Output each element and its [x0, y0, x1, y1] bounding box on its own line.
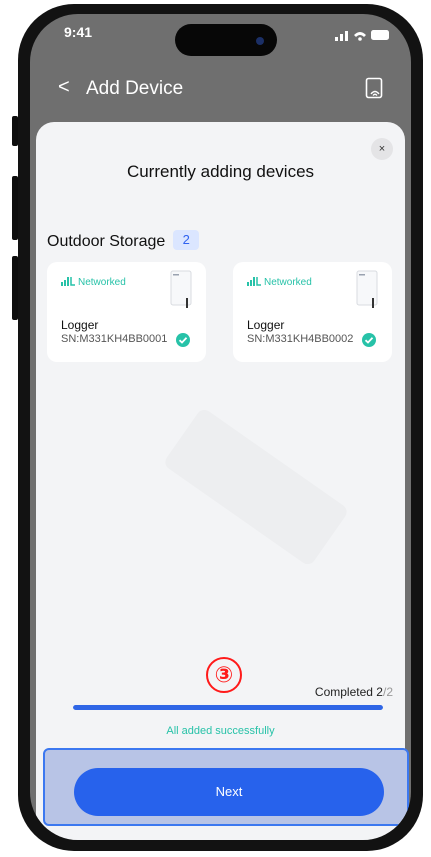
screen: 9:41 < Add Device × Currently adding dev… — [30, 14, 411, 840]
device-serial: SN:M331KH4BB0002 — [247, 333, 354, 345]
signal-icon — [61, 277, 75, 286]
group-count-badge: 2 — [173, 230, 200, 250]
close-icon[interactable]: × — [371, 138, 393, 160]
device-group-header: Outdoor Storage 2 — [47, 230, 200, 251]
step-annotation-marker: ③ — [206, 657, 242, 693]
status-time: 9:41 — [64, 24, 93, 40]
add-device-sheet: × Currently adding devices Outdoor Stora… — [36, 122, 409, 840]
group-name: Outdoor Storage — [47, 233, 166, 250]
progress-fill — [73, 705, 383, 710]
progress-bar — [73, 705, 383, 710]
volume-down-button — [12, 256, 18, 320]
network-status-label: Networked — [78, 277, 126, 288]
logger-device-icon — [170, 270, 192, 308]
network-status-label: Networked — [264, 277, 312, 288]
sheet-title: Currently adding devices — [126, 162, 315, 181]
silent-switch — [12, 116, 18, 146]
network-status: Networked — [247, 276, 312, 288]
camera-dot — [256, 37, 264, 45]
check-circle-icon — [362, 333, 376, 347]
device-card[interactable]: Networked Logger SN:M331KH4BB0002 — [233, 262, 392, 362]
completion-label: Completed — [314, 685, 373, 699]
status-icons — [335, 30, 389, 41]
logger-device-icon — [356, 270, 378, 308]
completion-count: Completed 2/2 — [315, 685, 393, 699]
nav-bar: < Add Device — [30, 72, 411, 112]
check-circle-icon — [176, 333, 190, 347]
device-serial: SN:M331KH4BB0001 — [61, 333, 168, 345]
device-name: Logger — [61, 318, 99, 332]
next-button[interactable]: Next — [74, 768, 384, 816]
device-name: Logger — [247, 318, 285, 332]
device-card[interactable]: Networked Logger SN:M331KH4BB0001 — [47, 262, 206, 362]
scan-device-icon[interactable] — [365, 77, 383, 99]
completion-done: 2 — [376, 685, 383, 699]
volume-up-button — [12, 176, 18, 240]
success-message: All added successfully — [166, 725, 275, 737]
watermark — [162, 407, 350, 568]
chevron-left-icon[interactable]: < — [58, 76, 70, 99]
signal-icon — [247, 277, 261, 286]
status-bar: 9:41 — [30, 14, 411, 60]
network-status: Networked — [61, 276, 126, 288]
page-title: Add Device — [86, 78, 184, 99]
completion-total: /2 — [382, 685, 393, 699]
